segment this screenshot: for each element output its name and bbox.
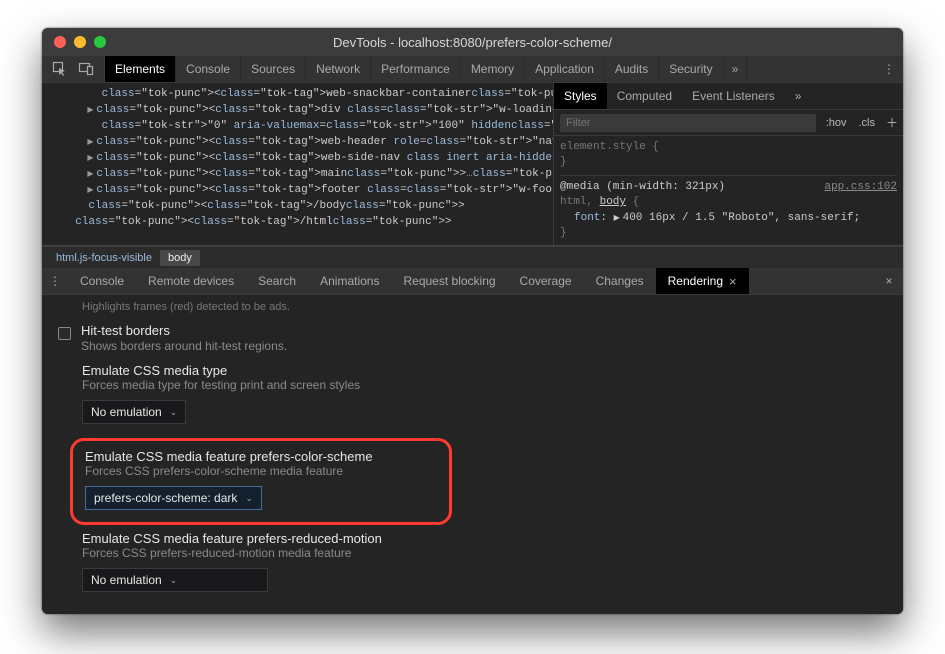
drawer-tab-rendering[interactable]: Rendering× (656, 268, 749, 294)
option-title: Emulate CSS media feature prefers-reduce… (82, 531, 382, 546)
drawer-tab-remote-devices[interactable]: Remote devices (136, 268, 246, 294)
main-toolbar: Elements Console Sources Network Perform… (42, 56, 903, 83)
drawer-tab-changes[interactable]: Changes (584, 268, 656, 294)
chevron-down-icon: ⌄ (170, 407, 178, 418)
close-icon[interactable]: × (729, 274, 737, 289)
css-prop-value[interactable]: 400 16px / 1.5 "Roboto", sans-serif; (623, 212, 861, 224)
option-subtitle: Forces media type for testing print and … (82, 378, 360, 392)
tab-elements[interactable]: Elements (105, 56, 176, 82)
tab-application[interactable]: Application (525, 56, 605, 82)
styles-tab-computed[interactable]: Computed (607, 83, 682, 109)
elements-panel: class="tok-punc"><class="tok-tag">web-sn… (42, 83, 903, 246)
devtools-window: DevTools - localhost:8080/prefers-color-… (42, 28, 903, 614)
tab-sources[interactable]: Sources (241, 56, 306, 82)
tab-security[interactable]: Security (659, 56, 723, 82)
drawer-close-icon[interactable]: × (875, 268, 903, 294)
highlighted-option: Emulate CSS media feature prefers-color-… (70, 438, 452, 525)
styles-pane: Styles Computed Event Listeners » :hov .… (553, 83, 903, 245)
new-rule-icon[interactable]: ＋ (881, 114, 903, 131)
settings-kebab-icon[interactable]: ⋮ (875, 62, 903, 76)
zoom-window-button[interactable] (94, 36, 106, 48)
media-query-text: @media (min-width: 321px) (560, 181, 725, 193)
styles-filterbar: :hov .cls ＋ (554, 110, 903, 136)
drawer-tab-request-blocking[interactable]: Request blocking (391, 268, 507, 294)
drawer-kebab-icon[interactable]: ⋮ (42, 268, 68, 294)
css-rules-list[interactable]: element.style { } @media (min-width: 321… (554, 136, 903, 245)
hit-test-checkbox[interactable] (58, 327, 71, 340)
drawer-tabs: ⋮ Console Remote devices Search Animatio… (42, 268, 903, 295)
styles-tabs-overflow-icon[interactable]: » (785, 83, 812, 109)
chevron-down-icon: ⌄ (245, 493, 253, 504)
styles-tabs: Styles Computed Event Listeners » (554, 83, 903, 110)
styles-tab-event-listeners[interactable]: Event Listeners (682, 83, 785, 109)
tabs-overflow-icon[interactable]: » (724, 56, 748, 82)
chevron-down-icon: ⌄ (170, 575, 178, 586)
inspect-icon[interactable] (52, 61, 68, 77)
tab-console[interactable]: Console (176, 56, 241, 82)
cls-toggle[interactable]: .cls (853, 117, 882, 129)
dom-tree[interactable]: class="tok-punc"><class="tok-tag">web-sn… (42, 83, 553, 245)
drawer-tab-search[interactable]: Search (246, 268, 308, 294)
element-style-rule[interactable]: element.style { } (560, 140, 897, 176)
window-title: DevTools - localhost:8080/prefers-color-… (42, 35, 903, 50)
css-prop-name[interactable]: font (574, 212, 600, 224)
option-subtitle: Forces CSS prefers-color-scheme media fe… (85, 464, 343, 478)
media-type-select[interactable]: No emulation ⌄ (82, 400, 186, 424)
source-link[interactable]: app.css:102 (824, 180, 897, 195)
option-title: Emulate CSS media feature prefers-color-… (85, 449, 373, 464)
styles-tab-styles[interactable]: Styles (554, 83, 607, 109)
tab-memory[interactable]: Memory (461, 56, 525, 82)
prefers-color-scheme-select[interactable]: prefers-color-scheme: dark ⌄ (85, 486, 262, 510)
tab-audits[interactable]: Audits (605, 56, 659, 82)
tab-network[interactable]: Network (306, 56, 371, 82)
panel-tabs: Elements Console Sources Network Perform… (105, 56, 747, 82)
option-subtitle: Forces CSS prefers-reduced-motion media … (82, 546, 351, 560)
drawer-tab-console[interactable]: Console (68, 268, 136, 294)
close-window-button[interactable] (54, 36, 66, 48)
tab-performance[interactable]: Performance (371, 56, 461, 82)
device-toggle-icon[interactable] (78, 61, 94, 77)
drawer-tab-coverage[interactable]: Coverage (508, 268, 584, 294)
traffic-lights (42, 36, 106, 48)
option-title: Emulate CSS media type (82, 363, 227, 378)
drawer-tab-animations[interactable]: Animations (308, 268, 391, 294)
breadcrumb: html.js-focus-visible body (42, 246, 903, 268)
styles-filter-input[interactable] (560, 114, 816, 132)
option-subtitle: Shows borders around hit-test regions. (81, 339, 287, 353)
crumb-html[interactable]: html.js-focus-visible (48, 250, 160, 266)
hov-toggle[interactable]: :hov (820, 117, 853, 129)
overflow-text: Highlights frames (red) detected to be a… (58, 301, 887, 313)
prefers-reduced-motion-select[interactable]: No emulation ⌄ (82, 568, 268, 592)
crumb-body[interactable]: body (160, 250, 200, 266)
minimize-window-button[interactable] (74, 36, 86, 48)
titlebar: DevTools - localhost:8080/prefers-color-… (42, 28, 903, 56)
rendering-panel: Highlights frames (red) detected to be a… (42, 295, 903, 614)
option-title: Hit-test borders (81, 323, 287, 338)
